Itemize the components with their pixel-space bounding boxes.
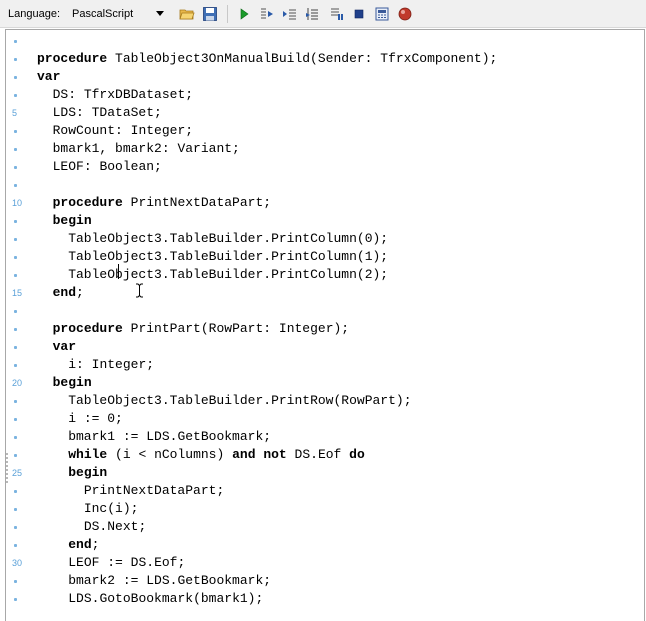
line-dot (14, 130, 17, 133)
line-dot (14, 580, 17, 583)
code-line[interactable]: begin (37, 212, 92, 230)
line-dot (14, 364, 17, 367)
code-line[interactable]: LDS.GotoBookmark(bmark1); (37, 590, 263, 608)
line-dot (14, 274, 17, 277)
line-dot (14, 544, 17, 547)
code-line[interactable]: bmark2 := LDS.GetBookmark; (37, 572, 271, 590)
line-gutter: 5 10 15 20 25 30 (6, 30, 26, 621)
language-select-value: PascalScript (72, 7, 134, 20)
code-editor[interactable]: 5 10 15 20 25 30 procedure TableObject3OnManu… (5, 29, 645, 621)
line-dot (14, 400, 17, 403)
step-into-button[interactable] (256, 3, 278, 25)
fold-marker (6, 453, 12, 483)
evaluate-button[interactable] (371, 3, 393, 25)
run-to-cursor-icon (306, 7, 318, 20)
line-number: 15 (12, 288, 23, 298)
line-dot (14, 490, 17, 493)
line-dot (14, 436, 17, 439)
line-dot (14, 40, 17, 43)
run-button[interactable] (233, 3, 255, 25)
code-line[interactable]: TableObject3.TableBuilder.PrintColumn(1)… (37, 248, 388, 266)
breakpoint-button[interactable] (394, 3, 416, 25)
code-line[interactable]: procedure PrintNextDataPart; (37, 194, 271, 212)
code-line[interactable]: var (37, 68, 60, 86)
line-number: 20 (12, 378, 23, 388)
code-line[interactable]: LDS: TDataSet; (37, 104, 162, 122)
stop-button[interactable] (348, 3, 370, 25)
code-line[interactable]: LEOF: Boolean; (37, 158, 162, 176)
pause-icon (331, 8, 343, 20)
line-number: 30 (12, 558, 23, 568)
pause-button[interactable] (325, 3, 347, 25)
line-dot (14, 454, 17, 457)
line-dot (14, 418, 17, 421)
line-dot (14, 58, 17, 61)
line-dot (14, 310, 17, 313)
line-dot (14, 166, 17, 169)
line-number: 5 (12, 108, 18, 118)
stop-square-icon (354, 9, 364, 18)
code-line[interactable]: procedure PrintPart(RowPart: Integer); (37, 320, 350, 338)
run-triangle-icon (240, 7, 249, 20)
code-line[interactable]: var (37, 338, 76, 356)
code-line[interactable]: DS: TfrxDBDataset; (37, 86, 193, 104)
line-dot (14, 346, 17, 349)
code-line[interactable]: begin (37, 464, 107, 482)
code-line[interactable]: bmark1 := LDS.GetBookmark; (37, 428, 271, 446)
code-line[interactable]: procedure TableObject3OnManualBuild(Send… (37, 50, 497, 68)
code-line[interactable]: LEOF := DS.Eof; (37, 554, 185, 572)
step-over-button[interactable] (279, 3, 301, 25)
code-line[interactable]: Inc(i); (37, 500, 139, 518)
language-select[interactable]: PascalScript (68, 4, 168, 24)
run-to-cursor-button[interactable] (302, 3, 324, 25)
line-dot (14, 238, 17, 241)
line-dot (14, 598, 17, 601)
text-caret (118, 264, 119, 279)
code-line[interactable]: bmark1, bmark2: Variant; (37, 140, 240, 158)
line-dot (14, 256, 17, 259)
evaluate-calculator-icon (375, 7, 389, 20)
line-dot (14, 94, 17, 97)
code-line[interactable]: TableObject3.TableBuilder.PrintRow(RowPa… (37, 392, 411, 410)
chevron-down-icon (156, 11, 164, 16)
line-dot (14, 526, 17, 529)
code-line[interactable]: i: Integer; (37, 356, 154, 374)
code-line[interactable]: DS.Next; (37, 518, 146, 536)
save-button[interactable] (199, 3, 221, 25)
toolbar: Language: PascalScript (0, 0, 646, 28)
line-dot (14, 328, 17, 331)
line-number: 10 (12, 198, 23, 208)
line-dot (14, 148, 17, 151)
code-line[interactable]: RowCount: Integer; (37, 122, 193, 140)
code-line[interactable]: TableObject3.TableBuilder.PrintColumn(2)… (37, 266, 388, 284)
code-line[interactable]: end; (37, 536, 99, 554)
ibeam-cursor-icon (136, 283, 143, 298)
code-line[interactable]: PrintNextDataPart; (37, 482, 224, 500)
folder-open-icon (179, 9, 195, 19)
line-dot (14, 184, 17, 187)
code-line[interactable]: i := 0; (37, 410, 123, 428)
code-line[interactable]: while (i < nColumns) and not DS.Eof do (37, 446, 365, 464)
code-line[interactable]: TableObject3.TableBuilder.PrintColumn(0)… (37, 230, 388, 248)
line-dot (14, 220, 17, 223)
line-dot (14, 76, 17, 79)
toolbar-separator (227, 4, 228, 23)
floppy-disk-icon (203, 6, 217, 21)
step-into-icon (261, 8, 273, 18)
step-over-icon (283, 9, 296, 19)
code-line[interactable]: end; (37, 284, 84, 302)
language-label: Language: (8, 7, 60, 20)
code-line[interactable]: begin (37, 374, 92, 392)
breakpoint-icon (398, 7, 412, 20)
line-dot (14, 508, 17, 511)
open-button[interactable] (176, 3, 198, 25)
